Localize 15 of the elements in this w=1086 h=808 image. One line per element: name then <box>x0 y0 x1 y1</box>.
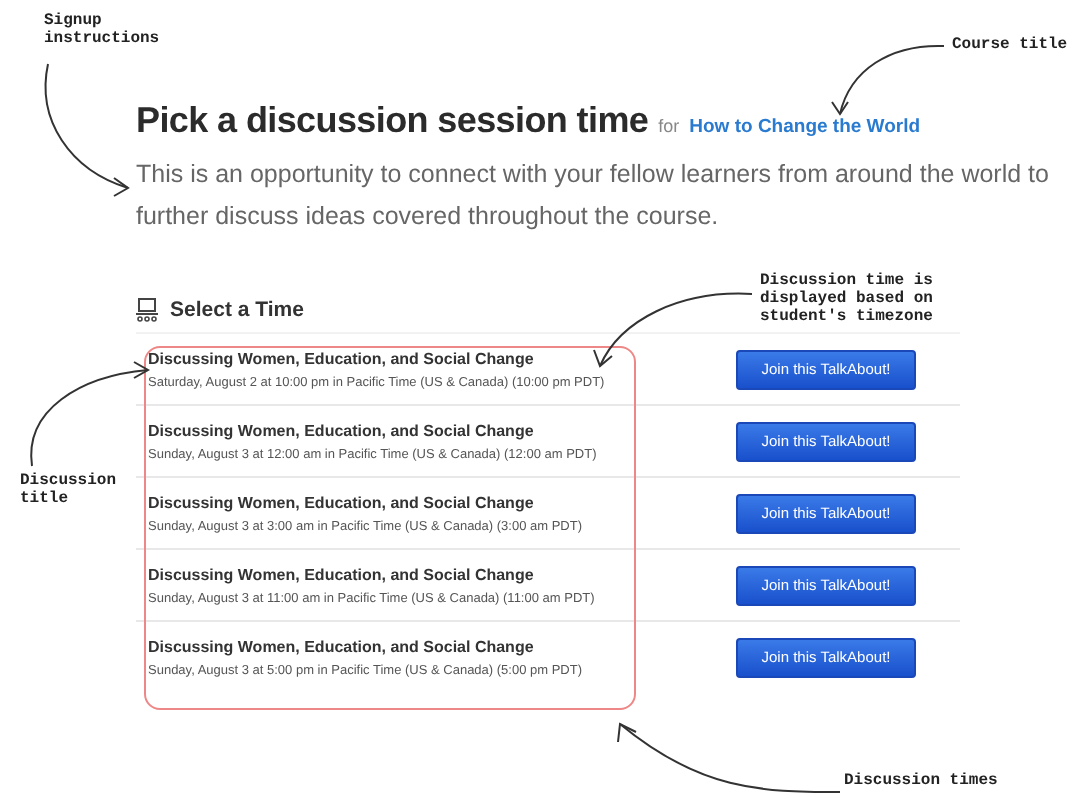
session-title: Discussing Women, Education, and Social Change <box>148 421 536 439</box>
annotation-label: Discussion title <box>20 472 119 508</box>
annotation-label: Discussion time is displayed based on student's timezone <box>760 272 935 326</box>
for-label: for <box>658 116 680 136</box>
section-title: Select a Time <box>170 298 304 322</box>
session-title: Discussing Women, Education, and Social Change <box>148 637 536 655</box>
page-title: Pick a discussion session time <box>136 100 649 142</box>
description-text: This is an opportunity to connect with your fellow learners from around the world to further discuss ideas covered throughout the course. <box>136 158 1051 234</box>
session-title: Discussing Women, Education, and Social Change <box>148 565 536 583</box>
session-title: Discussing Women, Education, and Social Change <box>148 493 536 511</box>
session-title: Discussing Women, Education, and Social Change <box>148 349 536 367</box>
annotation-label: Discussion times <box>844 772 1000 790</box>
course-link[interactable]: How to Change the World <box>689 116 921 138</box>
annotation-label: Course title <box>952 36 1070 54</box>
annotation-label: Signup instructions <box>44 12 162 48</box>
